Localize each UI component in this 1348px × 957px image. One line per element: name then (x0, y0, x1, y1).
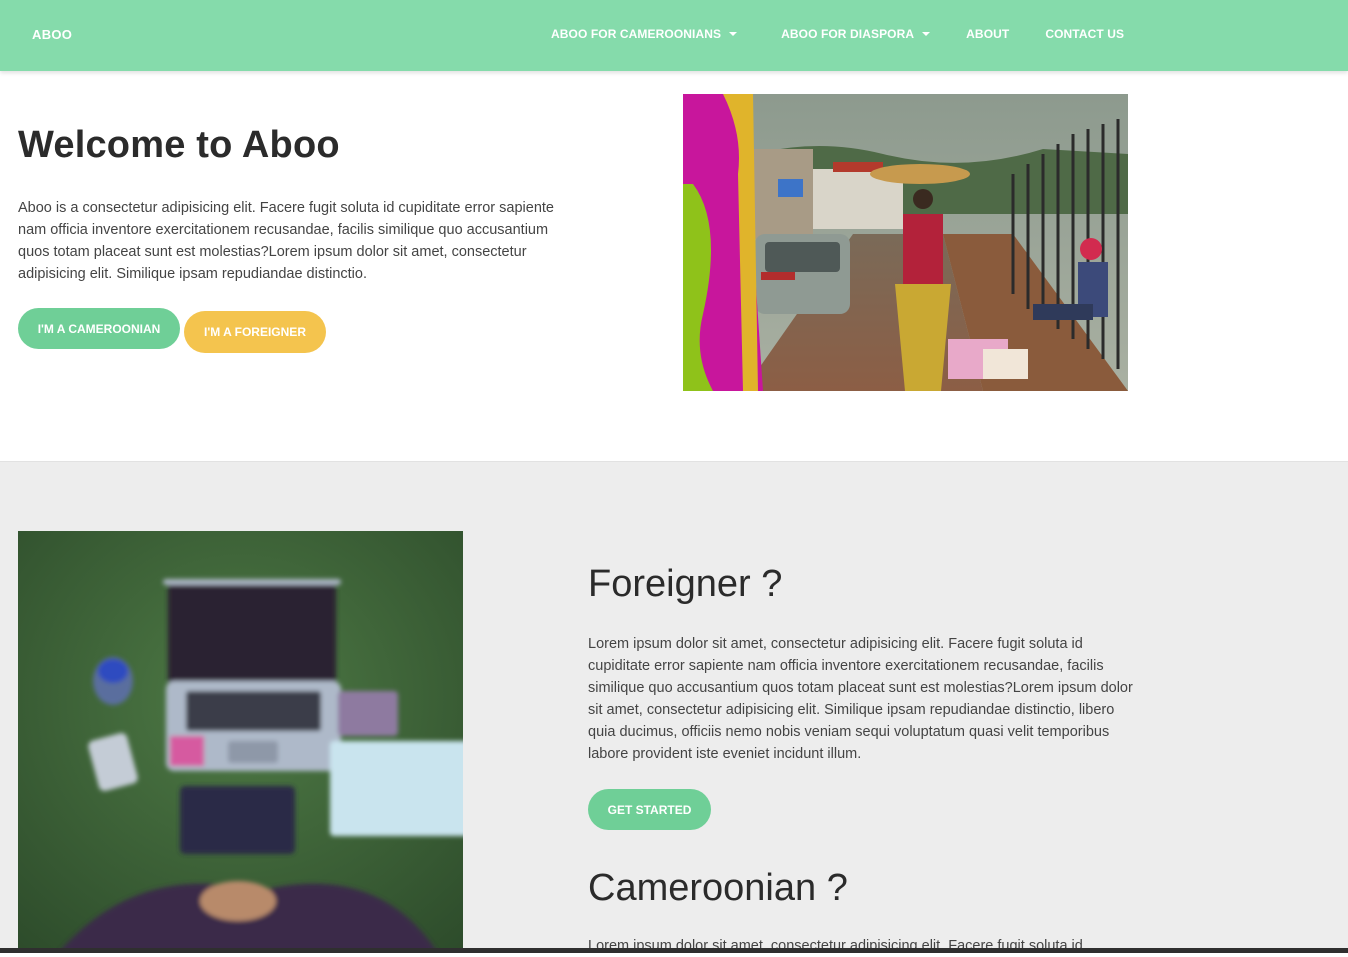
laptop-illustration (18, 531, 463, 953)
nav-item-about[interactable]: ABOUT (966, 27, 1009, 41)
im-foreigner-button[interactable]: I'M A FOREIGNER (184, 311, 326, 353)
street-scene-illustration (683, 94, 1128, 391)
cameroonian-heading: Cameroonian ? (588, 867, 848, 909)
nav-item-label: ABOO FOR DIASPORA (781, 27, 915, 41)
nav-item-aboo-for-cameroonians[interactable]: ABOO FOR CAMEROONIANS (551, 27, 738, 41)
foreigner-heading: Foreigner ? (588, 563, 783, 605)
im-cameroonian-button[interactable]: I'M A CAMEROONIAN (18, 308, 180, 349)
laptop-workspace-image (18, 531, 463, 953)
nav-item-label: ABOUT (966, 27, 1010, 41)
foreigner-description: Lorem ipsum dolor sit amet, consectetur … (588, 636, 1133, 762)
nav-menu: ABOO FOR CAMEROONIANS ABOO FOR DIASPORA … (551, 27, 1124, 41)
nav-item-label: CONTACT US (1045, 27, 1125, 41)
caret-down-icon (729, 32, 738, 36)
caret-down-icon (922, 32, 931, 36)
hero-description: Aboo is a consectetur adipisicing elit. … (18, 200, 554, 282)
bottom-edge-bar (0, 948, 1348, 953)
nav-item-contact-us[interactable]: CONTACT US (1045, 27, 1124, 41)
nav-item-aboo-for-diaspora[interactable]: ABOO FOR DIASPORA (781, 27, 931, 41)
brand-logo[interactable]: ABOO (32, 27, 72, 42)
get-started-button[interactable]: GET STARTED (588, 789, 711, 830)
navbar: ABOO ABOO FOR CAMEROONIANS ABOO FOR DIAS… (0, 0, 1348, 71)
street-scene-image (683, 94, 1128, 391)
hero-title: Welcome to Aboo (18, 124, 340, 166)
cameroonian-description: Lorem ipsum dolor sit amet, consectetur … (588, 938, 1083, 954)
nav-item-label: ABOO FOR CAMEROONIANS (551, 27, 722, 41)
